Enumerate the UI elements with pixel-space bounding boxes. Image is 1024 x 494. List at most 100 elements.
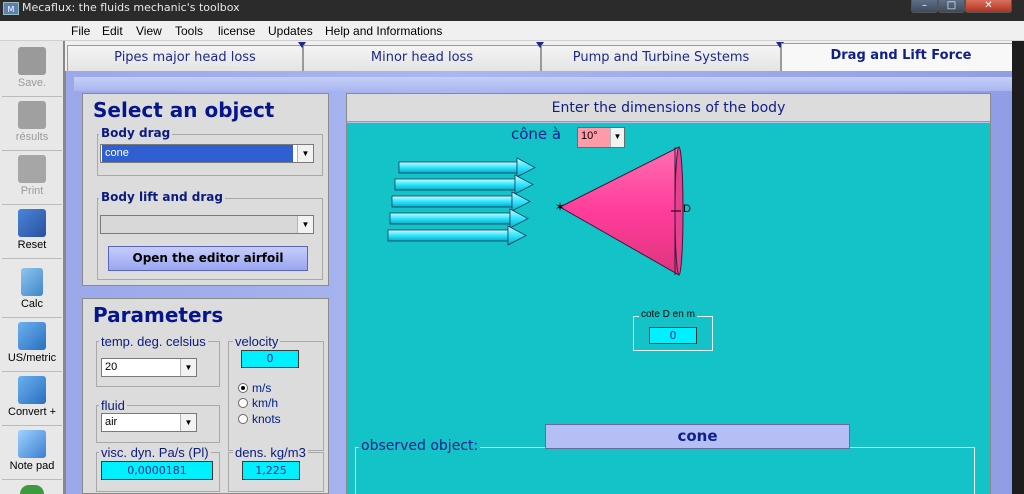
menu-file[interactable]: File [71,24,90,38]
save-icon [18,47,46,75]
unit-kmh-label: km/h [252,396,279,410]
close-button[interactable]: ✕ [965,0,1012,13]
observed-object-area: observed object: cone [347,417,990,494]
flow-diagram: ✶ [387,146,684,276]
viscosity-label: visc. dyn. Pa/s (Pl) [99,445,211,460]
tab-label: Pipes major head loss [114,50,256,65]
body-dimensions-panel: Enter the dimensions of the body cône à … [346,93,991,494]
main-area: Select an object Body drag cone ▼ Body l… [65,71,1024,494]
observed-object-value: cone [545,424,850,449]
tab-label: Minor head loss [370,50,474,65]
menu-edit[interactable]: Edit [102,24,123,38]
notepad-icon [18,430,46,458]
left-toolbar: Save. résults Print Reset Calc US/metric… [0,41,65,494]
convert-icon [18,376,46,404]
reset-label: Reset [17,239,47,251]
menu-help[interactable]: Help and Informations [325,24,442,38]
tab-pump-turbine-systems[interactable]: Pump and Turbine Systems [541,42,784,71]
calc-label: Calc [20,298,43,310]
us-metric-button[interactable]: US/metric [2,318,62,372]
us-metric-icon [18,322,46,350]
density-input[interactable]: 1,225 [242,461,300,480]
print-label: Print [20,185,44,197]
body-dimensions-header: Enter the dimensions of the body [347,94,990,122]
chevron-down-icon[interactable]: ▼ [297,216,313,233]
app-icon: M [3,2,19,15]
flow-arrow [394,174,534,195]
fluid-value: air [105,416,118,428]
app-window: M Mecaflux: the fluids mechanic's toolbo… [0,0,1024,494]
observed-object-group [355,447,975,494]
reset-icon [18,209,46,237]
flow-arrow [387,225,527,246]
temp-label: temp. deg. celsius [99,334,208,349]
select-object-title: Select an object [93,98,275,122]
calculator-icon [21,268,43,296]
convert-button[interactable]: Convert + [2,372,62,426]
body-drag-select[interactable]: cone ▼ [100,144,314,163]
convert-label: Convert + [8,406,56,418]
flow-arrow [398,157,536,178]
unit-knots-label: knots [252,412,281,426]
viscosity-input[interactable]: 0,0000181 [101,461,213,480]
save-button[interactable]: Save. [2,43,62,97]
minimize-button[interactable]: – [911,0,938,13]
radio-icon [238,414,248,424]
drawing-canvas: cône à 10° ▼ ✶ D cote D en m 0 [347,123,990,417]
results-button[interactable]: résults [2,97,62,151]
tab-label: Drag and Lift Force [830,48,972,63]
temp-value: 20 [105,361,118,373]
parameters-panel: Parameters temp. deg. celsius 20 ▼ veloc… [82,298,329,494]
flow-arrow [389,208,529,229]
density-label: dens. kg/m3 [233,445,308,460]
chevron-down-icon[interactable]: ▼ [180,414,196,431]
header-stripe [74,77,1020,91]
flow-arrow [391,191,531,212]
observed-object-label: observed object: [359,438,481,454]
unit-ms-radio[interactable]: m/s [238,381,271,395]
svg-text:✶: ✶ [555,200,565,214]
menu-license[interactable]: license [218,24,255,38]
calc-button[interactable]: Calc [2,264,62,318]
select-object-panel: Select an object Body drag cone ▼ Body l… [82,93,329,286]
window-edge [1012,41,1024,494]
temp-select[interactable]: 20 ▼ [101,358,197,377]
unit-kmh-radio[interactable]: km/h [238,396,278,410]
chevron-down-icon[interactable]: ▼ [180,359,196,376]
tab-label: Pump and Turbine Systems [572,50,750,65]
unit-knots-radio[interactable]: knots [238,412,281,426]
print-icon [18,155,46,183]
radio-icon [238,383,248,393]
tab-bar: Pipes major head loss Minor head loss Pu… [65,41,1024,73]
notepad-button[interactable]: Note pad [2,426,62,480]
body-drag-value: cone [102,145,293,162]
maximize-button[interactable]: □ [938,0,965,13]
velocity-input[interactable]: 0 [241,350,299,368]
unit-ms-label: m/s [252,381,272,395]
cone-shape: ✶ [555,146,684,276]
diameter-label: D [683,203,691,215]
menu-tools[interactable]: Tools [175,24,203,38]
print-button[interactable]: Print [2,151,62,205]
save-label: Save. [17,77,47,89]
chevron-down-icon[interactable]: ▼ [297,145,313,162]
menu-updates[interactable]: Updates [268,24,313,38]
radio-icon [238,398,248,408]
cote-input[interactable]: 0 [649,327,697,344]
fluid-select[interactable]: air ▼ [101,413,197,432]
body-lift-select[interactable]: ▼ [100,215,314,234]
menu-bar: File Edit View Tools license Updates Hel… [0,21,1024,41]
reset-button[interactable]: Reset [2,205,62,259]
tab-minor-head-loss[interactable]: Minor head loss [303,42,544,71]
body-lift-label: Body lift and drag [99,190,225,204]
open-editor-airfoil-button[interactable]: Open the editor airfoil [108,246,308,271]
tab-drag-lift-force[interactable]: Drag and Lift Force [781,43,1021,73]
cote-label: cote D en m [639,309,697,320]
notepad-label: Note pad [9,460,55,472]
window-title: Mecaflux: the fluids mechanic's toolbox [22,1,240,14]
tab-pipes-major-head-loss[interactable]: Pipes major head loss [67,42,306,71]
results-label: résults [15,131,49,143]
fluid-label: fluid [99,398,127,413]
globe-icon[interactable] [20,485,44,494]
menu-view[interactable]: View [136,24,162,38]
